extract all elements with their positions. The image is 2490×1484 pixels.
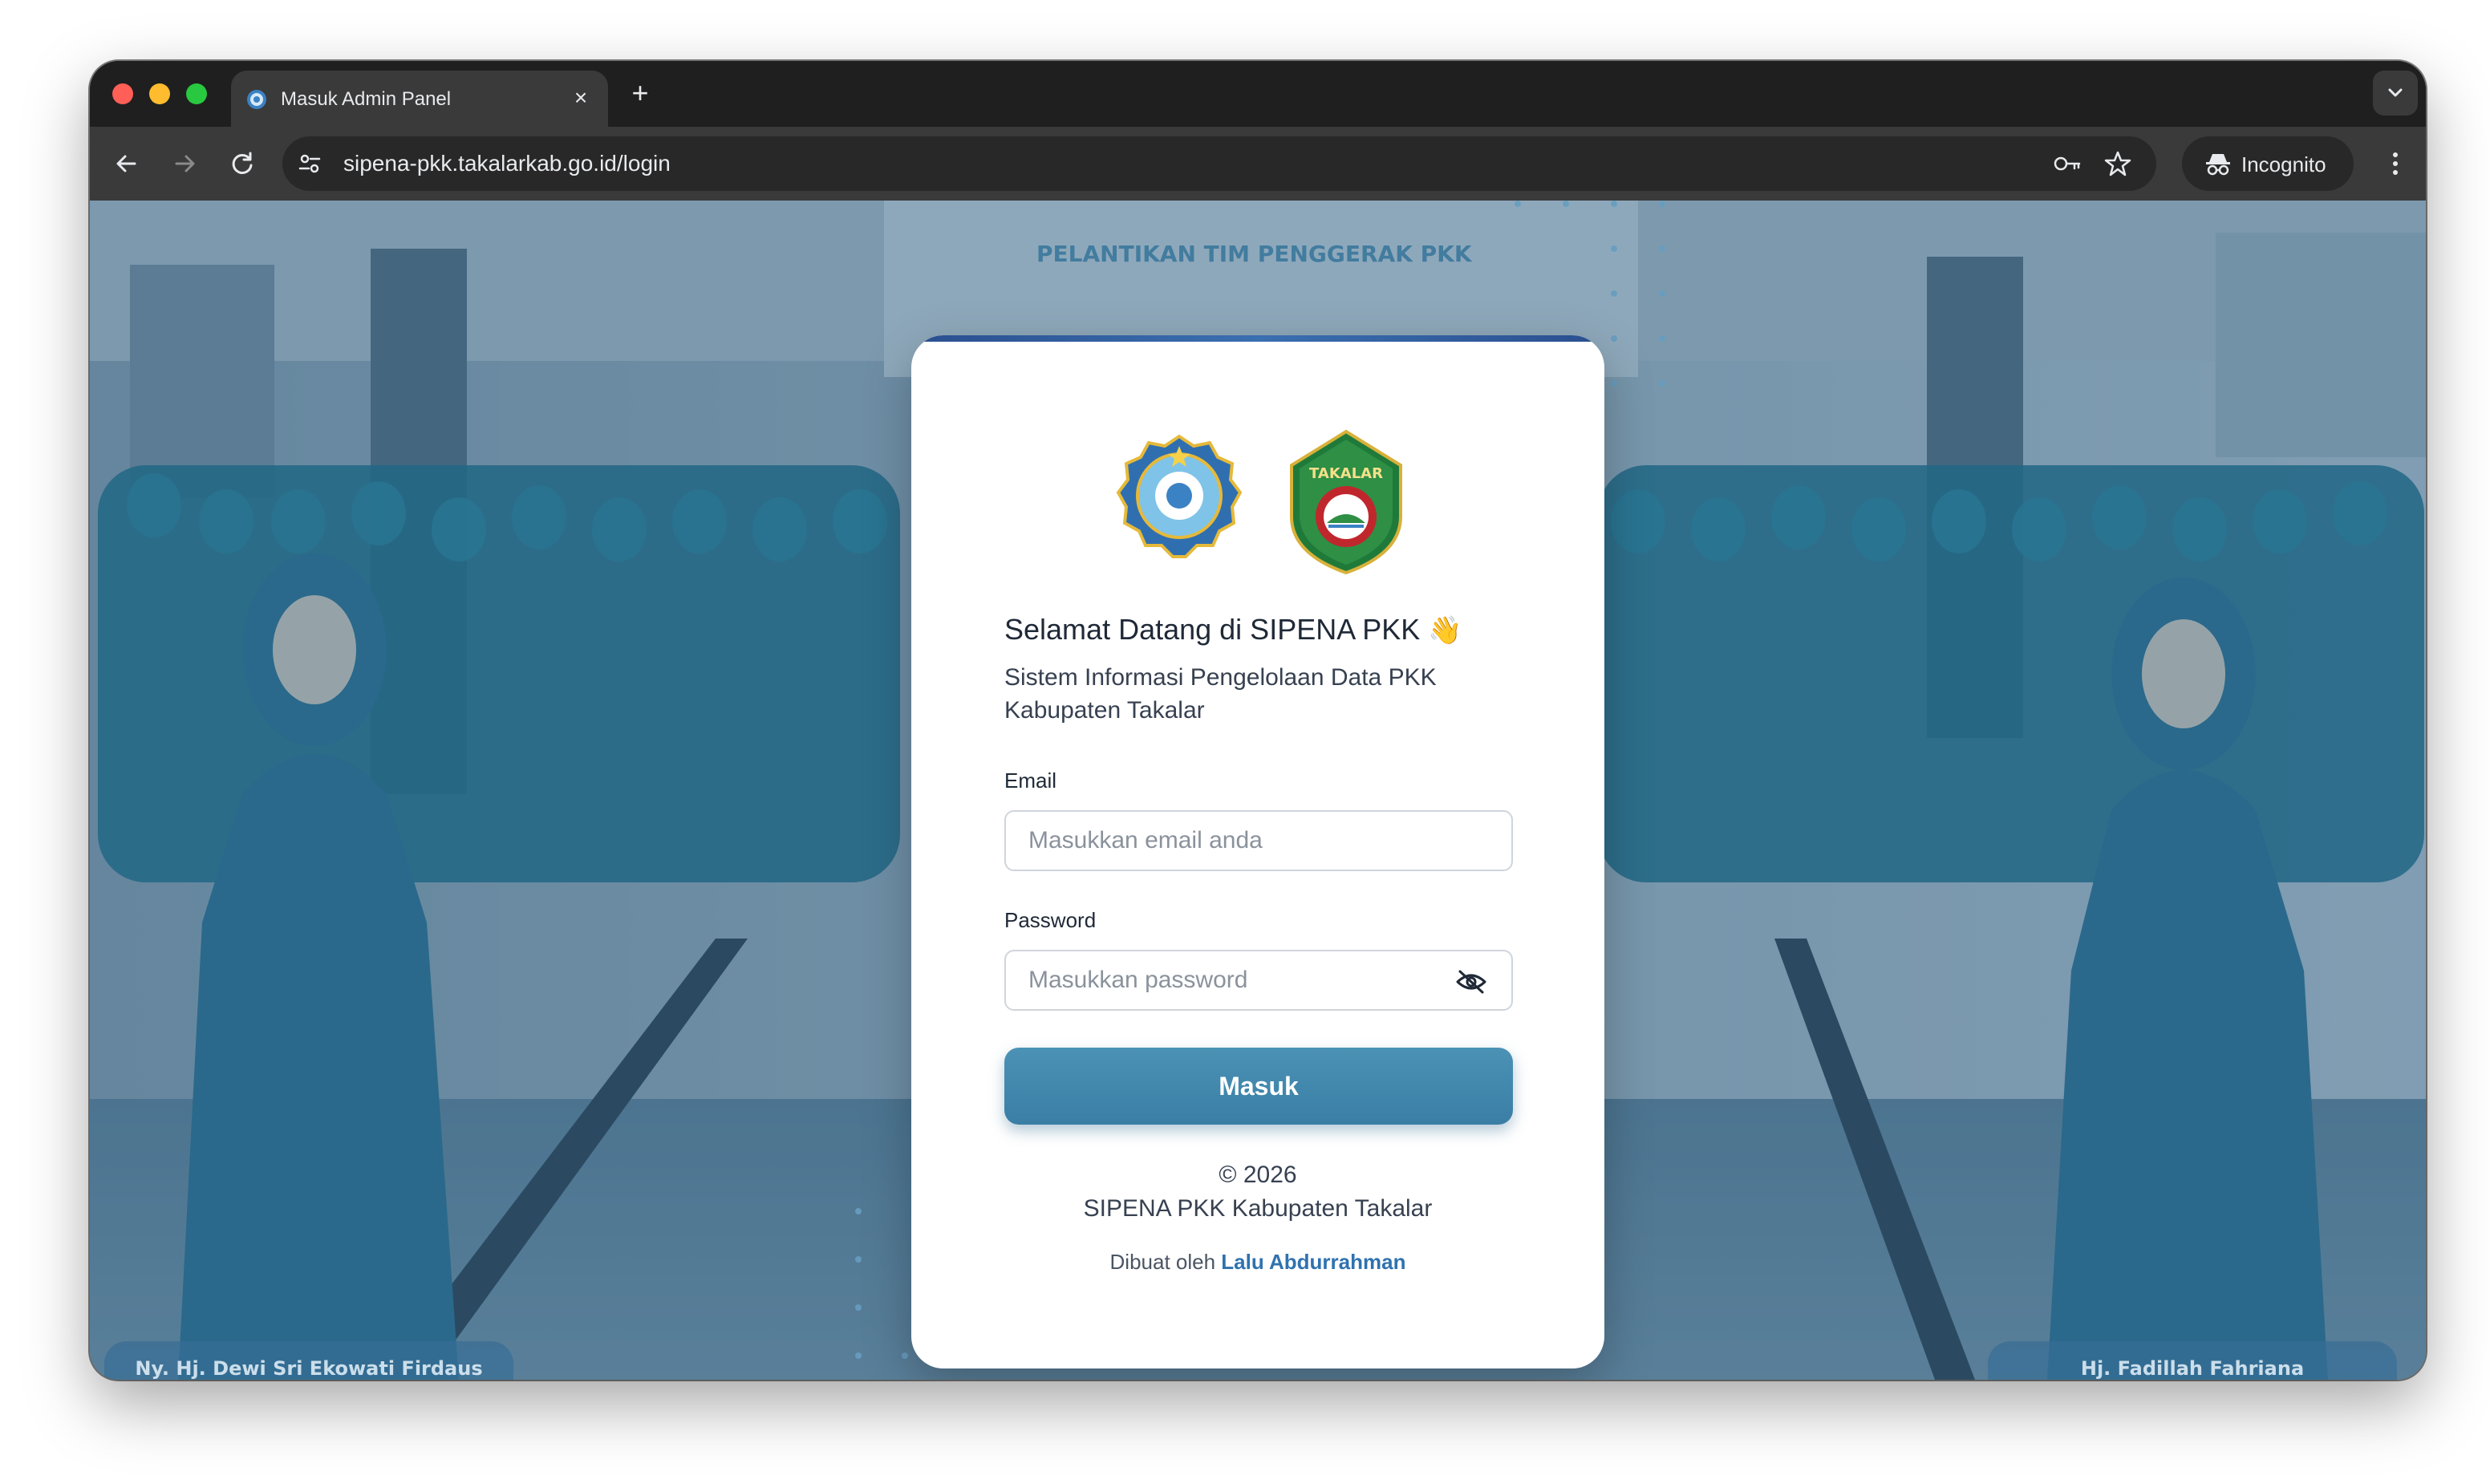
toggle-password-visibility-icon[interactable]: [1455, 969, 1487, 995]
incognito-icon: [2206, 154, 2230, 176]
password-field[interactable]: [1004, 950, 1513, 1011]
tab-search-button[interactable]: [2373, 71, 2418, 116]
bookmark-star-icon[interactable]: [2103, 149, 2132, 178]
tab-active[interactable]: Masuk Admin Panel ×: [231, 71, 608, 127]
more-menu-icon[interactable]: [2378, 146, 2413, 181]
organization-text: SIPENA PKK Kabupaten Takalar: [1083, 1195, 1433, 1222]
minimize-window-button[interactable]: [149, 83, 170, 104]
copyright-text: © 2026: [1219, 1162, 1297, 1188]
url-text[interactable]: sipena-pkk.takalarkab.go.id/login: [343, 151, 671, 176]
browser-window: Masuk Admin Panel × + sipena-pkk.takalar…: [90, 61, 2426, 1380]
password-key-icon[interactable]: [2052, 151, 2082, 176]
login-submit-button[interactable]: Masuk: [1004, 1048, 1513, 1125]
tab-strip: Masuk Admin Panel × +: [90, 61, 2426, 127]
takalar-regency-logo: TAKALAR: [1290, 429, 1402, 575]
caption-left-name: Ny. Hj. Dewi Sri Ekowati Firdaus: [135, 1357, 483, 1380]
author-link[interactable]: Lalu Abdurrahman: [1221, 1250, 1405, 1274]
card-accent-bar: [911, 335, 1604, 342]
chevron-down-icon: [2388, 88, 2403, 97]
page-viewport: PELANTIKAN TIM PENGGERAK PKK Ny. Hj. Dew…: [90, 201, 2426, 1380]
back-icon[interactable]: [109, 146, 144, 181]
close-tab-icon[interactable]: ×: [566, 83, 595, 112]
site-settings-icon[interactable]: [297, 151, 322, 176]
welcome-heading: Selamat Datang di SIPENA PKK 👋: [1004, 613, 1462, 647]
email-field[interactable]: [1004, 810, 1513, 871]
login-subtitle: Sistem Informasi Pengelolaan Data PKK Ka…: [1004, 664, 1437, 724]
favicon-icon: [247, 90, 266, 109]
background-banner-text: PELANTIKAN TIM PENGGERAK PKK: [1036, 241, 1472, 267]
password-label: Password: [1004, 908, 1097, 932]
takalar-logo-text: TAKALAR: [1309, 465, 1383, 482]
welcome-text: Selamat Datang di SIPENA PKK: [1004, 613, 1421, 646]
tab-title: Masuk Admin Panel: [281, 88, 452, 110]
credits-prefix: Dibuat oleh: [1109, 1250, 1216, 1274]
pkk-emblem-logo: [1116, 434, 1243, 558]
login-card: TAKALAR Selamat Datang di SIPENA PKK 👋 S…: [911, 335, 1604, 1368]
caption-left: Ny. Hj. Dewi Sri Ekowati Firdaus Ketua T…: [104, 1341, 513, 1380]
email-label: Email: [1004, 768, 1057, 793]
maximize-window-button[interactable]: [186, 83, 207, 104]
wave-icon: 👋: [1428, 615, 1462, 646]
reload-icon[interactable]: [225, 146, 260, 181]
forward-icon[interactable]: [167, 146, 202, 181]
new-tab-button[interactable]: +: [624, 79, 656, 111]
credits-line: Dibuat oleh Lalu Abdurrahman: [911, 1250, 1604, 1275]
caption-right-name: Hj. Fadillah Fahriana: [2080, 1357, 2305, 1380]
browser-toolbar: sipena-pkk.takalarkab.go.id/login Incogn…: [90, 127, 2426, 201]
incognito-label: Incognito: [2241, 152, 2326, 176]
incognito-indicator[interactable]: Incognito: [2182, 136, 2354, 191]
close-window-button[interactable]: [112, 83, 133, 104]
caption-right: Hj. Fadillah Fahriana Ketua Bidang I TP …: [1988, 1341, 2397, 1380]
address-bar[interactable]: sipena-pkk.takalarkab.go.id/login: [282, 136, 2156, 191]
